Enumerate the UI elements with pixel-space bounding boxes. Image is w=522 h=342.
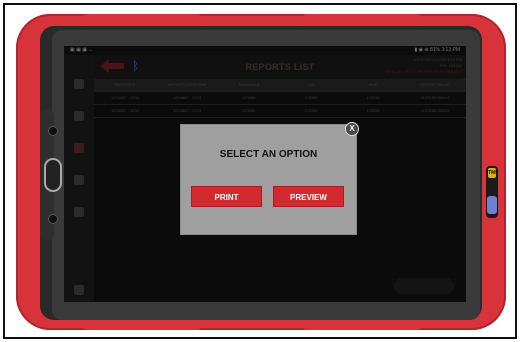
column-header[interactable]: REPORT #: [94, 79, 156, 91]
table-cell: 123456: [304, 95, 318, 100]
close-icon[interactable]: X: [345, 122, 359, 136]
table-cell: 123456: [366, 95, 380, 100]
table-cell: 0123456789012: [420, 108, 450, 113]
floating-action-button[interactable]: [394, 278, 454, 294]
table-cell: 1234567 - 1234: [110, 108, 140, 113]
table-row[interactable]: 1234567 - 1234 1234567 - 1234 123456 123…: [94, 105, 466, 118]
select-option-dialog: SELECT AN OPTION PRINT PREVIEW: [180, 124, 357, 235]
stylus-brand-label: TMF: [488, 168, 499, 178]
reports-table: REPORT # REPORT DATE/TIME MODULE # VIN R…: [94, 79, 466, 118]
status-bar-right: ▮ ◉ ⊕ 81% 3:13 PM: [414, 47, 461, 53]
left-nav-rail: [64, 55, 94, 302]
column-header[interactable]: REPORT DATE/TIME: [156, 79, 218, 91]
header-info-line3: VEHICLE: 2018 CHEVROLET SILVERADO: [384, 69, 462, 74]
nav-report-icon[interactable]: [74, 143, 84, 153]
preview-button[interactable]: PREVIEW: [273, 186, 344, 207]
status-bar-left: ▣ ▣ ▣ ...: [70, 47, 93, 53]
app-header: ᛒ REPORTS LIST DATE: 03/01/2018 3:13 PM …: [94, 55, 466, 79]
stylus[interactable]: TMF: [486, 166, 498, 218]
table-cell: 123456: [304, 108, 318, 113]
column-header[interactable]: MODULE #: [218, 79, 280, 91]
print-button[interactable]: PRINT: [191, 186, 262, 207]
table-cell: 0123456789012: [420, 95, 450, 100]
dialog-title: SELECT AN OPTION: [219, 149, 318, 160]
status-bar: ▣ ▣ ▣ ... ▮ ◉ ⊕ 81% 3:13 PM: [64, 46, 466, 55]
table-cell: 123456: [242, 95, 256, 100]
table-cell: 123456: [242, 108, 256, 113]
column-header[interactable]: REPORT NAME: [404, 79, 466, 91]
table-cell: 1234567 - 1234: [110, 95, 140, 100]
column-header[interactable]: VIN: [280, 79, 342, 91]
nav-list-icon[interactable]: [74, 111, 84, 121]
side-sensor-icon: [48, 214, 58, 224]
table-header-row: REPORT # REPORT DATE/TIME MODULE # VIN R…: [94, 79, 466, 92]
table-cell: 1234567 - 1234: [172, 95, 202, 100]
table-cell: 123456: [366, 108, 380, 113]
nav-settings-icon[interactable]: [74, 175, 84, 185]
table-cell: 1234567 - 1234: [172, 108, 202, 113]
nav-help-icon[interactable]: [74, 285, 84, 295]
header-info: DATE: 03/01/2018 3:13 PM PIN: 123456 VEH…: [385, 57, 462, 75]
table-row[interactable]: 1234567 - 1234 1234567 - 1234 123456 123…: [94, 92, 466, 105]
nav-home-icon[interactable]: [74, 79, 84, 89]
nav-doc-icon[interactable]: [74, 207, 84, 217]
home-button[interactable]: [44, 158, 62, 192]
stylus-clip: [487, 196, 497, 214]
column-header[interactable]: RMP: [342, 79, 404, 91]
side-camera-icon: [48, 126, 58, 136]
